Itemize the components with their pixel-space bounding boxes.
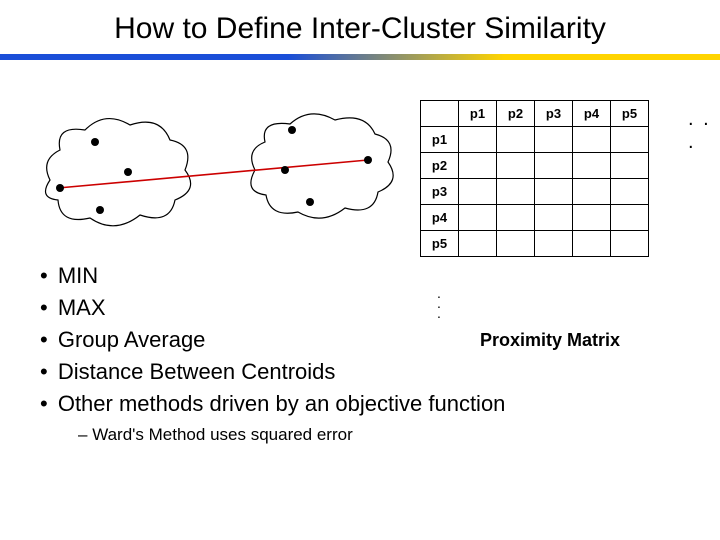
divider-rule — [0, 54, 720, 60]
col-header: p3 — [535, 101, 573, 127]
bullet-list: MIN MAX Group Average Distance Between C… — [40, 260, 505, 448]
slide-title: How to Define Inter-Cluster Similarity — [0, 0, 720, 54]
row-header: p1 — [421, 127, 459, 153]
list-item: MIN — [40, 260, 505, 292]
col-header: p2 — [497, 101, 535, 127]
list-item: Other methods driven by an objective fun… — [40, 388, 505, 420]
list-item: MAX — [40, 292, 505, 324]
row-header: p3 — [421, 179, 459, 205]
matrix-col-ellipsis: . . . — [688, 108, 720, 154]
cluster-diagram — [30, 100, 400, 260]
list-item: Distance Between Centroids — [40, 356, 505, 388]
sub-list-item: Ward's Method uses squared error — [78, 423, 505, 448]
row-header: p5 — [421, 231, 459, 257]
row-header: p4 — [421, 205, 459, 231]
proximity-matrix: p1 p2 p3 p4 p5 p1 p2 p3 p4 p5 — [420, 100, 700, 257]
col-header: p5 — [611, 101, 649, 127]
col-header: p4 — [573, 101, 611, 127]
list-item: Group Average — [40, 324, 505, 356]
col-header: p1 — [459, 101, 497, 127]
row-header: p2 — [421, 153, 459, 179]
